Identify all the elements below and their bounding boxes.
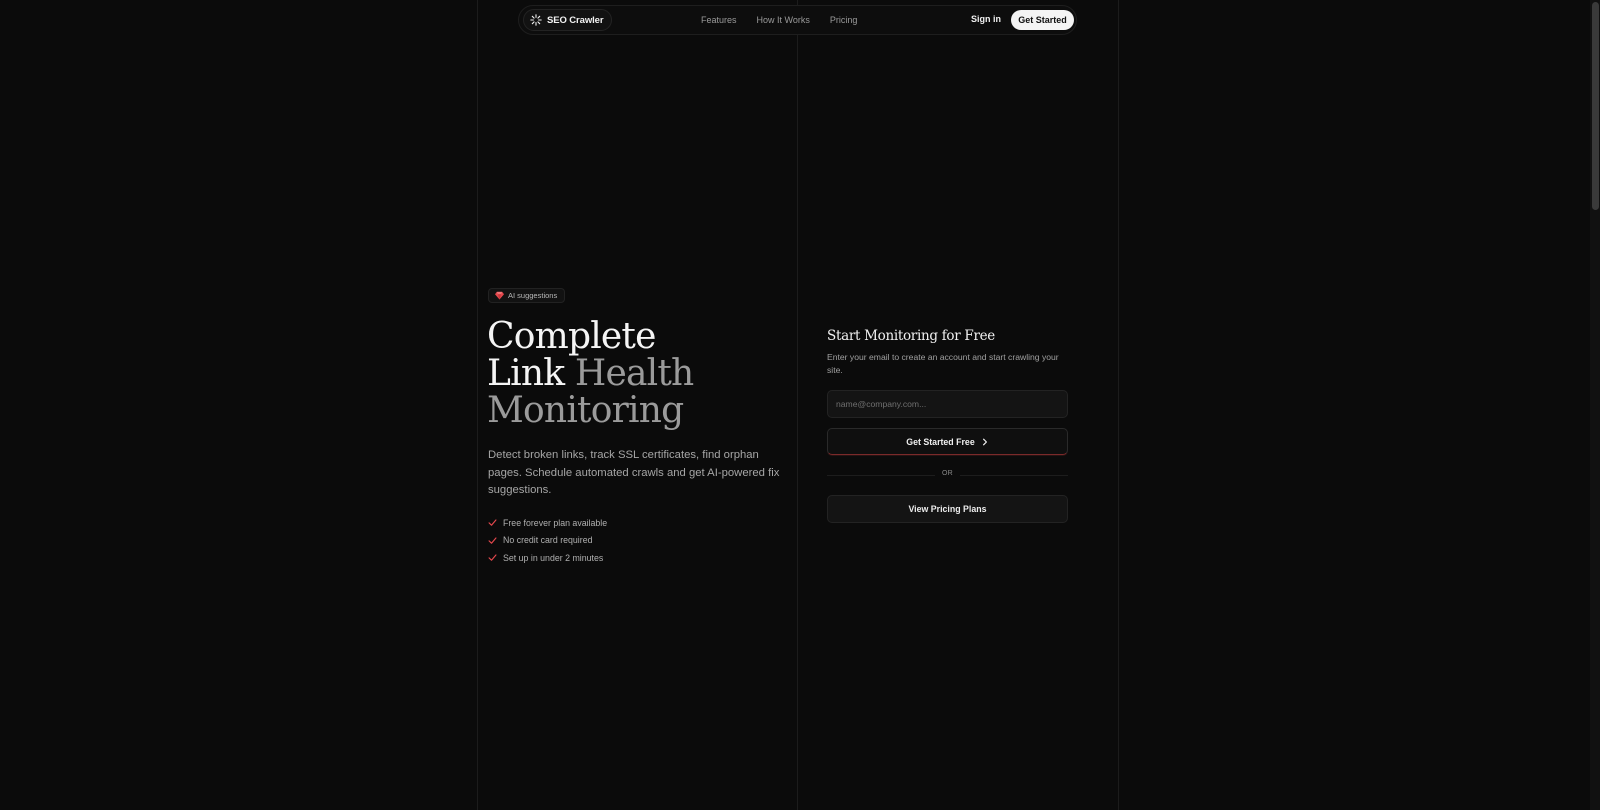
grid-line xyxy=(1118,0,1119,810)
grid-line xyxy=(477,0,478,810)
check-icon xyxy=(488,537,497,544)
get-started-free-label: Get Started Free xyxy=(906,436,975,447)
or-divider-label: OR xyxy=(935,470,960,477)
email-input[interactable] xyxy=(827,390,1068,418)
headline-line-1: Complete xyxy=(487,316,656,357)
brand-name: SEO Crawler xyxy=(547,14,604,26)
ai-suggestions-badge: AI suggestions xyxy=(488,288,566,303)
page-scrollbar[interactable] xyxy=(1590,0,1600,810)
get-started-label: Get Started xyxy=(1018,15,1067,25)
signup-title: Start Monitoring for Free xyxy=(827,328,995,344)
get-started-button[interactable]: Get Started xyxy=(1011,10,1074,30)
check-icon xyxy=(488,519,497,527)
headline-line-2b: Health xyxy=(574,353,694,394)
get-started-free-button[interactable]: Get Started Free xyxy=(827,428,1068,455)
sparkle-icon xyxy=(530,14,542,26)
checklist-text: No credit card required xyxy=(503,535,593,546)
nav-link-features[interactable]: Features xyxy=(701,15,737,25)
check-icon xyxy=(488,554,497,562)
landing-page: SEO Crawler Features How It Works Pricin… xyxy=(0,0,1600,810)
checklist-item: Set up in under 2 minutes xyxy=(488,549,607,567)
sign-in-link[interactable]: Sign in xyxy=(971,14,1001,24)
headline-line-2a: Link xyxy=(487,353,565,394)
signup-description: Enter your email to create an account an… xyxy=(827,352,1059,375)
nav-link-pricing[interactable]: Pricing xyxy=(830,15,858,25)
headline-line-3: Monitoring xyxy=(487,390,684,431)
top-nav: SEO Crawler Features How It Works Pricin… xyxy=(518,5,1077,35)
chevron-right-icon xyxy=(982,438,987,445)
grid-line xyxy=(797,0,798,810)
gem-icon xyxy=(495,291,504,300)
view-pricing-plans-button[interactable]: View Pricing Plans xyxy=(827,495,1068,523)
scrollbar-thumb[interactable] xyxy=(1592,2,1599,210)
checklist-item: Free forever plan available xyxy=(488,514,607,532)
checklist-text: Free forever plan available xyxy=(503,517,608,528)
nav-link-how-it-works[interactable]: How It Works xyxy=(757,15,810,25)
brand-logo-link[interactable]: SEO Crawler xyxy=(523,9,613,31)
hero-description: Detect broken links, track SSL certifica… xyxy=(488,449,780,496)
view-pricing-plans-label: View Pricing Plans xyxy=(908,504,987,514)
hero-headline: Complete Link Health Monitoring xyxy=(487,316,694,431)
feature-checklist: Free forever plan available No credit ca… xyxy=(488,514,607,567)
checklist-text: Set up in under 2 minutes xyxy=(503,552,604,563)
nav-links: Features How It Works Pricing xyxy=(701,6,857,34)
badge-label: AI suggestions xyxy=(508,291,558,300)
checklist-item: No credit card required xyxy=(488,532,607,550)
